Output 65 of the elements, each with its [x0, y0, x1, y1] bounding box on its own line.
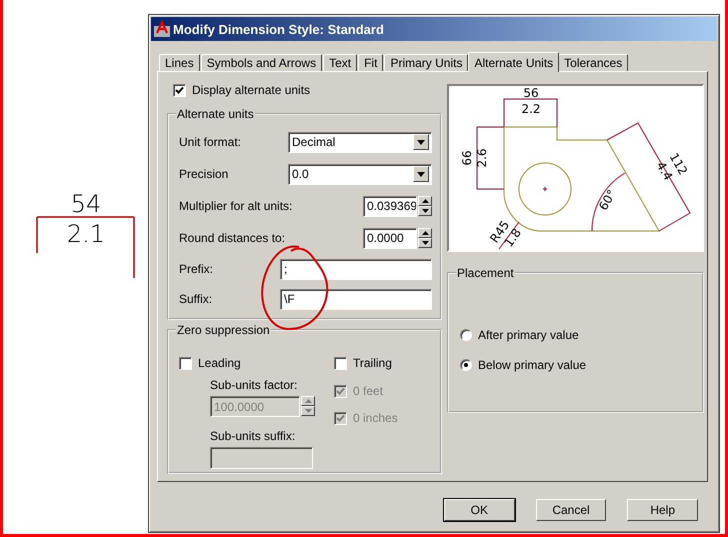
checkbox[interactable]: [173, 84, 186, 96]
down-arrow-icon: [304, 408, 312, 412]
checkbox-label: Leading: [198, 356, 241, 370]
preview-label: 2.6: [475, 148, 489, 168]
spin-up-button[interactable]: [301, 396, 315, 406]
group-title: Alternate units: [176, 107, 255, 121]
tab[interactable]: Alternate Units: [468, 52, 560, 72]
alternate-dimension-text: 2.1: [66, 220, 106, 248]
tab[interactable]: Fit: [358, 54, 384, 71]
dropdown[interactable]: 0.0: [288, 164, 432, 184]
spin-up-button[interactable]: [418, 228, 432, 238]
spin-down-button[interactable]: [301, 406, 315, 416]
up-arrow-icon: [422, 231, 428, 235]
dialog-button[interactable]: Cancel: [536, 499, 606, 521]
field-label: Round distances to:: [179, 231, 286, 245]
tab[interactable]: Primary Units: [384, 54, 468, 71]
dialog-button[interactable]: Help: [627, 499, 698, 521]
field-label: Precision: [179, 167, 228, 181]
tab[interactable]: Lines: [159, 54, 200, 71]
preview-label: 60°: [596, 187, 619, 213]
up-arrow-icon: [422, 199, 428, 203]
window-title: Modify Dimension Style: Standard: [173, 22, 384, 36]
radio-button[interactable]: [460, 359, 472, 371]
dropdown-value: 0.0: [292, 167, 309, 181]
tab[interactable]: Text: [323, 54, 358, 71]
checkbox-label: 0 feet: [353, 384, 384, 398]
dialog-button[interactable]: OK: [444, 499, 515, 521]
field-label: Prefix:: [179, 262, 214, 276]
checkbox-label: Display alternate units: [192, 83, 310, 97]
spin-down-button[interactable]: [418, 238, 432, 248]
preview-label: 56: [523, 86, 539, 100]
number-field[interactable]: 0.0000: [363, 228, 417, 248]
group-title: Placement: [456, 266, 515, 280]
text-field[interactable]: ;: [280, 258, 432, 280]
checkbox-label: Trailing: [353, 356, 392, 370]
spin-down-button[interactable]: [418, 206, 432, 216]
dropdown-value: Decimal: [292, 135, 336, 149]
spin-up-button[interactable]: [418, 196, 432, 206]
dropdown[interactable]: Decimal: [288, 132, 432, 152]
radio-label: After primary value: [478, 328, 579, 342]
text-field[interactable]: \F: [280, 288, 432, 310]
app-icon: [154, 21, 170, 37]
field-label: Sub-units suffix:: [210, 429, 296, 443]
up-arrow-icon: [304, 398, 312, 402]
dropdown-button[interactable]: [413, 134, 429, 150]
radio-label: Below primary value: [478, 358, 586, 372]
down-arrow-icon: [417, 172, 425, 176]
down-arrow-icon: [417, 140, 425, 144]
down-arrow-icon: [422, 241, 428, 245]
dimension-text: 54: [70, 190, 102, 218]
tab[interactable]: Tolerances: [558, 54, 628, 71]
field-label: Unit format:: [179, 135, 242, 149]
dropdown-button[interactable]: [413, 166, 429, 182]
field-label: Suffix:: [179, 292, 212, 306]
checkbox[interactable]: [334, 356, 347, 370]
preview-label: 66: [460, 150, 474, 166]
tab[interactable]: Symbols and Arrows: [200, 54, 322, 71]
checkbox[interactable]: [179, 356, 192, 370]
field-label: Multiplier for alt units:: [179, 199, 292, 213]
radio-button[interactable]: [460, 329, 472, 341]
preview-label: 2.2: [521, 102, 541, 116]
down-arrow-icon: [422, 209, 428, 213]
checkbox-label: 0 inches: [353, 411, 398, 425]
field-label: Sub-units factor:: [210, 378, 298, 392]
group-title: Zero suppression: [176, 323, 271, 337]
